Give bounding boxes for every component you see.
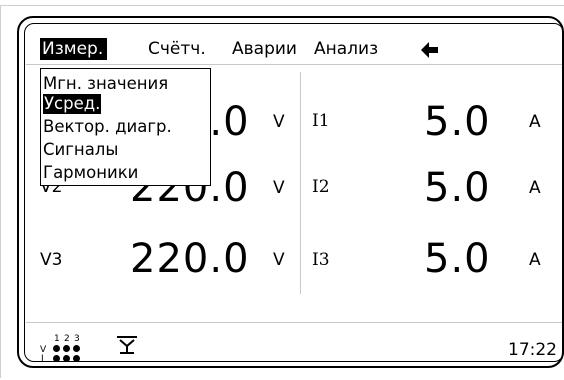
menu-item-instant-values[interactable]: Мгн. значения	[43, 74, 168, 94]
i1-unit: A	[529, 112, 541, 132]
clock-time: 17:22	[508, 340, 557, 360]
tab-analysis[interactable]: Анализ	[314, 38, 378, 60]
v3-unit: V	[273, 250, 285, 270]
phase-i-label: I	[41, 354, 44, 364]
phase-num-2: 2	[64, 334, 70, 344]
phase-num-3: 3	[74, 334, 80, 344]
v1-phase-dot	[53, 345, 60, 352]
v3-phase-dot	[73, 345, 80, 352]
i3-unit: A	[529, 250, 541, 270]
v2-phase-dot	[63, 345, 70, 352]
tab-alarms[interactable]: Аварии	[232, 38, 297, 60]
i1-phase-dot	[53, 355, 60, 362]
phase-num-1: 1	[54, 334, 60, 344]
i3-label: I3	[312, 250, 330, 270]
v3-label: V3	[40, 250, 63, 270]
menu-item-averaged[interactable]: Усред.	[43, 94, 102, 114]
status-divider	[26, 322, 562, 323]
i3-phase-dot	[73, 355, 80, 362]
v2-unit: V	[273, 178, 285, 198]
v1-unit: V	[273, 112, 285, 132]
i2-phase-dot	[63, 355, 70, 362]
i3-value: 5.0	[424, 236, 491, 282]
menu-item-vector-diagram[interactable]: Вектор. диагр.	[43, 117, 172, 137]
column-divider	[300, 72, 301, 294]
i1-value: 5.0	[424, 99, 491, 145]
i2-unit: A	[529, 178, 541, 198]
menu-item-signals[interactable]: Сигналы	[43, 140, 118, 160]
v3-value: 220.0	[130, 236, 250, 282]
tab-counters[interactable]: Счётч.	[148, 38, 206, 60]
menu-divider	[26, 64, 562, 65]
i2-value: 5.0	[424, 165, 491, 211]
i2-label: I2	[312, 177, 330, 197]
plug-icon	[117, 336, 137, 354]
phase-indicator: V I 1 2 3	[40, 334, 100, 364]
back-arrow-icon[interactable]	[421, 42, 439, 58]
menu-item-harmonics[interactable]: Гармоники	[43, 163, 138, 183]
i1-label: I1	[312, 111, 330, 131]
measure-dropdown-menu: Мгн. значения Усред. Вектор. диагр. Сигн…	[40, 68, 211, 186]
tab-measure[interactable]: Измер.	[40, 38, 108, 60]
